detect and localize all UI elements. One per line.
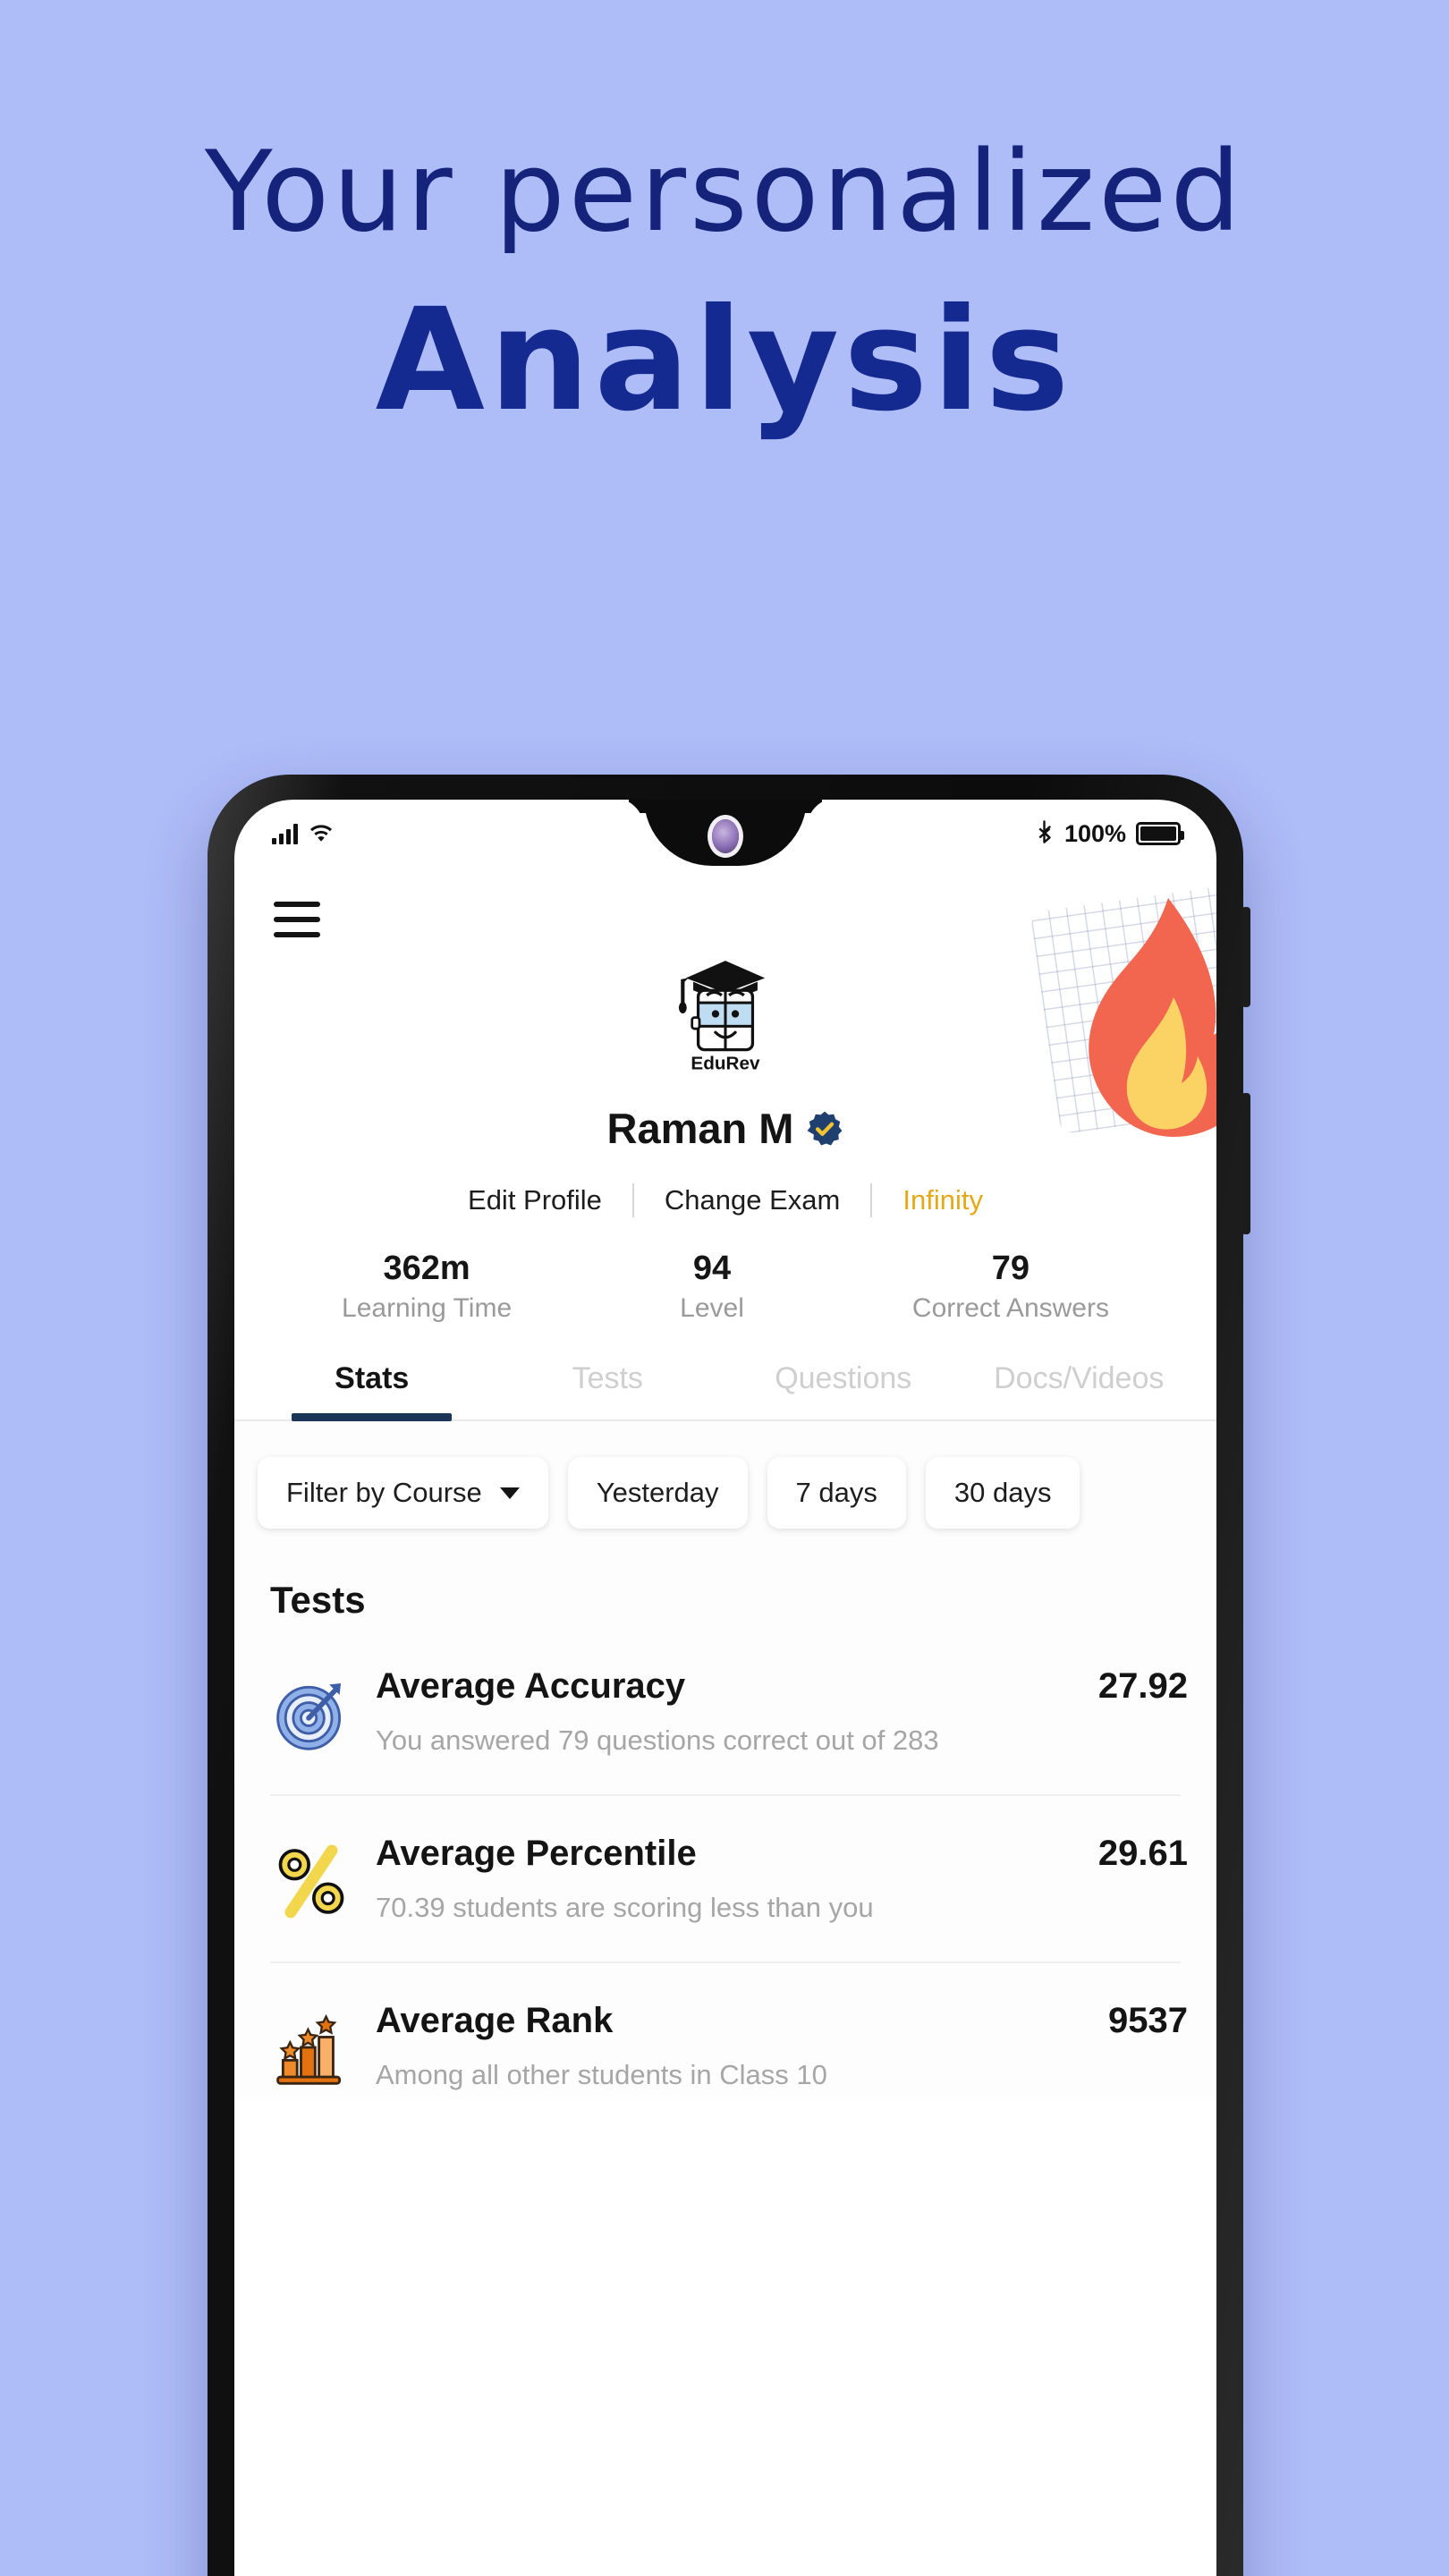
stat-value: 9537 — [1108, 2001, 1188, 2040]
profile-name: Raman M — [606, 1105, 794, 1152]
bluetooth-icon — [1038, 820, 1051, 843]
kpi-learning-time: 362m Learning Time — [342, 1250, 512, 1324]
edurev-mascot-avatar[interactable]: EduRev — [648, 941, 802, 1077]
flame-decoration — [1030, 881, 1216, 1156]
kpi-correct-answers: 79 Correct Answers — [912, 1250, 1109, 1324]
stats-content: Filter by Course Yesterday 7 days 30 day… — [234, 1421, 1216, 2101]
kpi-level: 94 Level — [680, 1250, 744, 1324]
tab-bar: Stats Tests Questions Docs/Videos — [234, 1361, 1216, 1421]
profile-kpi-row: 362m Learning Time 94 Level 79 Correct A… — [234, 1250, 1216, 1324]
stat-subtitle: You answered 79 questions correct out of… — [376, 1724, 939, 1756]
target-dartboard-icon — [270, 1672, 352, 1754]
kpi-label: Correct Answers — [911, 1293, 1109, 1323]
verified-badge-icon — [808, 1111, 843, 1145]
stat-title: Average Rank — [376, 2001, 614, 2040]
stat-value: 27.92 — [1097, 1666, 1188, 1706]
kpi-label: Level — [680, 1293, 744, 1323]
stat-subtitle: 70.39 students are scoring less than you — [376, 1892, 874, 1923]
battery-full-icon — [1136, 822, 1184, 845]
phone-screen: 100% EduRev Raman M Edit Profile Change … — [234, 800, 1216, 2576]
stat-row-average-percentile[interactable]: Average Percentile 29.61 70.39 students … — [234, 1796, 1216, 1924]
volume-button[interactable] — [1241, 1093, 1250, 1234]
percent-icon — [270, 1839, 352, 1921]
front-camera-icon — [712, 819, 739, 853]
svg-text:EduRev: EduRev — [691, 1054, 760, 1074]
infinity-link[interactable]: Infinity — [872, 1184, 1013, 1216]
battery-percent-label: 100% — [1063, 819, 1126, 847]
flame-icon — [1089, 898, 1216, 1137]
stat-title: Average Percentile — [376, 1834, 697, 1873]
filter-chip-row: Filter by Course Yesterday 7 days 30 day… — [234, 1421, 1216, 1564]
bar-chart-stars-icon — [270, 2006, 352, 2089]
hero-banner: Your personalized Analysis — [0, 0, 1449, 431]
hero-headline-line2: Analysis — [375, 278, 1074, 444]
wifi-icon — [310, 825, 332, 842]
kpi-label: Learning Time — [342, 1293, 513, 1323]
kpi-value: 362m — [383, 1250, 470, 1287]
tab-docs-videos[interactable]: Docs/Videos — [962, 1361, 1198, 1419]
stat-row-average-accuracy[interactable]: Average Accuracy 27.92 You answered 79 q… — [234, 1629, 1216, 1757]
stat-value: 29.61 — [1097, 1834, 1188, 1873]
filter-by-course-chip[interactable]: Filter by Course — [258, 1457, 548, 1529]
chevron-down-icon — [499, 1487, 520, 1499]
section-title-tests: Tests — [270, 1579, 366, 1621]
stat-row-average-rank[interactable]: Average Rank 9537 Among all other studen… — [234, 1963, 1216, 2091]
filter-7days-chip[interactable]: 7 days — [767, 1457, 906, 1529]
profile-links: Edit Profile Change Exam Infinity — [234, 1183, 1216, 1217]
cellular-signal-icon — [272, 823, 298, 844]
phone-device-frame: 100% EduRev Raman M Edit Profile Change … — [208, 775, 1250, 2576]
filter-yesterday-chip[interactable]: Yesterday — [567, 1457, 748, 1529]
hero-headline-line1: Your personalized — [204, 128, 1245, 257]
stat-title: Average Accuracy — [376, 1666, 686, 1706]
tab-tests[interactable]: Tests — [490, 1361, 726, 1419]
edit-profile-link[interactable]: Edit Profile — [437, 1184, 632, 1216]
kpi-value: 79 — [991, 1250, 1030, 1287]
tab-stats[interactable]: Stats — [254, 1361, 490, 1421]
change-exam-link[interactable]: Change Exam — [634, 1184, 870, 1216]
power-button[interactable] — [1241, 907, 1250, 1007]
stat-subtitle: Among all other students in Class 10 — [376, 2059, 827, 2090]
filter-30days-chip[interactable]: 30 days — [925, 1457, 1080, 1529]
hamburger-menu-icon[interactable] — [274, 902, 320, 937]
filter-chip-label: Filter by Course — [286, 1477, 482, 1508]
tab-questions[interactable]: Questions — [725, 1361, 962, 1419]
kpi-value: 94 — [692, 1250, 732, 1287]
